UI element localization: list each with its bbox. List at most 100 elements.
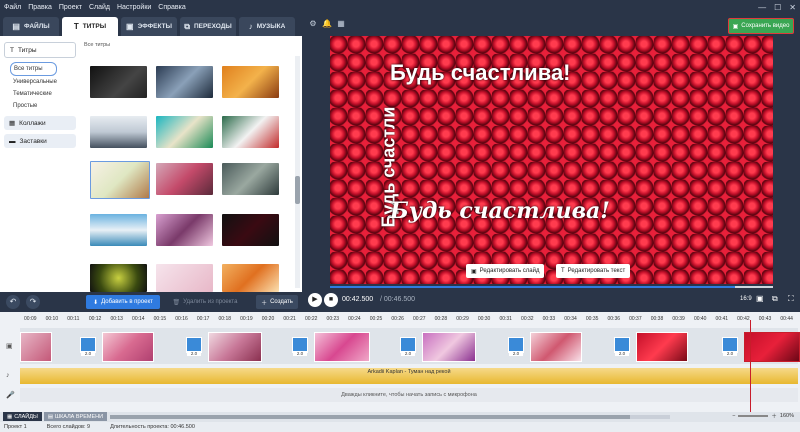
create-label: Создать bbox=[270, 299, 293, 305]
category-titles[interactable]: T Титры bbox=[4, 42, 76, 58]
ruler-tick: 00:26 bbox=[391, 316, 404, 322]
scrollbar-thumb[interactable] bbox=[295, 176, 300, 204]
menu-edit[interactable]: Правка bbox=[28, 4, 52, 11]
menu-settings[interactable]: Настройки bbox=[117, 4, 151, 11]
time-ruler[interactable]: 00:09 00:10 00:11 00:12 00:13 00:14 00:15 00:16… bbox=[20, 314, 798, 324]
delete-from-project-button[interactable]: 🗑 Удалить из проекта bbox=[164, 295, 246, 309]
titles-panel: T Титры Все титры Универсальные Тематичес… bbox=[0, 36, 302, 292]
grid-scrollbar[interactable] bbox=[295, 56, 300, 288]
close-icon[interactable]: ✕ bbox=[789, 3, 796, 12]
bell-icon[interactable]: 🔔 bbox=[322, 19, 332, 29]
timeline-mode-button[interactable]: ▤ ШКАЛА ВРЕМЕНИ bbox=[43, 412, 108, 421]
menu-help[interactable]: Справка bbox=[158, 4, 185, 11]
tab-transitions[interactable]: ⧉ ПЕРЕХОДЫ bbox=[180, 17, 236, 36]
ruler-tick: 00:37 bbox=[629, 316, 642, 322]
title-thumbnail[interactable] bbox=[90, 116, 147, 148]
microphone-track[interactable]: Дважды кликните, чтобы начать запись с м… bbox=[20, 388, 798, 402]
add-to-project-button[interactable]: ⬇ Добавить в проект bbox=[86, 295, 160, 309]
snapshot-icon[interactable]: ⧉ bbox=[772, 294, 778, 304]
subcat-universal[interactable]: Универсальные bbox=[4, 76, 76, 88]
slides-mode-button[interactable]: ▦ СЛАЙДЫ bbox=[3, 412, 42, 421]
timeline-scrollbar[interactable] bbox=[110, 415, 670, 419]
menu-slide[interactable]: Слайд bbox=[89, 4, 110, 11]
slide-clip[interactable] bbox=[422, 332, 476, 362]
zoom-level: 160% bbox=[779, 413, 794, 419]
slide-clip[interactable] bbox=[530, 332, 582, 362]
title-thumbnail-selected[interactable] bbox=[90, 161, 150, 199]
create-button[interactable]: ＋ Создать bbox=[256, 295, 298, 309]
zoom-in-icon[interactable]: ＋ bbox=[771, 412, 777, 420]
category-intros[interactable]: ▬ Заставки bbox=[4, 134, 76, 148]
title-thumbnail[interactable] bbox=[156, 163, 213, 195]
maximize-icon[interactable]: ☐ bbox=[774, 3, 781, 12]
tab-label: ФАЙЛЫ bbox=[23, 23, 50, 30]
stop-button[interactable]: ■ bbox=[324, 293, 338, 307]
play-button[interactable]: ▶ bbox=[308, 293, 322, 307]
title-thumbnail[interactable] bbox=[90, 66, 147, 98]
subcat-simple[interactable]: Простые bbox=[4, 100, 76, 112]
tab-files[interactable]: ▤ ФАЙЛЫ bbox=[3, 17, 59, 36]
subcat-thematic[interactable]: Тематические bbox=[4, 88, 76, 100]
gear-icon[interactable]: ⚙ bbox=[308, 19, 318, 29]
slide-clip[interactable] bbox=[636, 332, 688, 362]
audio-clip-label: Arkadii Kaplan - Туман над рекой bbox=[367, 369, 451, 375]
ruler-tick: 00:20 bbox=[261, 316, 275, 322]
undo-button[interactable]: ↶ bbox=[6, 295, 20, 309]
title-thumbnail[interactable] bbox=[156, 264, 213, 292]
vertical-title[interactable]: Будь счастли bbox=[364, 36, 399, 228]
redo-button[interactable]: ↷ bbox=[26, 295, 40, 309]
preview-canvas[interactable]: Будь счастли Будь счастлива! Будь счастл… bbox=[330, 36, 773, 284]
title-thumbnail[interactable] bbox=[90, 264, 147, 292]
title-thumbnail[interactable] bbox=[156, 66, 213, 98]
transition-clip[interactable]: 2.0 bbox=[614, 337, 630, 356]
save-video-button[interactable]: ▣ Сохранить видео bbox=[728, 18, 794, 34]
title-thumbnail[interactable] bbox=[222, 214, 279, 246]
scrollbar-thumb[interactable] bbox=[110, 415, 630, 419]
zoom-out-icon[interactable]: − bbox=[732, 413, 735, 419]
audio-track[interactable]: Arkadii Kaplan - Туман над рекой bbox=[20, 368, 798, 384]
title-thumbnail[interactable] bbox=[222, 163, 279, 195]
transition-clip[interactable]: 2.0 bbox=[186, 337, 202, 356]
ruler-tick: 00:11 bbox=[67, 316, 80, 322]
trash-icon: 🗑 bbox=[172, 299, 181, 306]
minimize-icon[interactable]: — bbox=[758, 3, 766, 12]
slide-clip[interactable] bbox=[102, 332, 154, 362]
transition-clip[interactable]: 2.0 bbox=[722, 337, 738, 356]
subcat-all-titles[interactable]: Все титры bbox=[10, 62, 57, 76]
zoom-slider[interactable] bbox=[738, 415, 769, 417]
transition-clip[interactable]: 2.0 bbox=[400, 337, 416, 356]
tab-titles[interactable]: T ТИТРЫ bbox=[62, 17, 118, 36]
transition-clip[interactable]: 2.0 bbox=[508, 337, 524, 356]
category-label: Коллажи bbox=[19, 119, 46, 127]
transition-clip[interactable]: 2.0 bbox=[292, 337, 308, 356]
edit-slide-button[interactable]: ▣ Редактировать слайд bbox=[466, 264, 545, 278]
slide-clip-selected[interactable] bbox=[744, 332, 800, 362]
tab-effects[interactable]: ▣ ЭФФЕКТЫ bbox=[121, 17, 177, 36]
edit-text-button[interactable]: T Редактировать текст bbox=[556, 264, 631, 278]
transition-clip[interactable]: 2.0 bbox=[80, 337, 96, 356]
title-thumbnail[interactable] bbox=[222, 116, 279, 148]
slide-clip[interactable] bbox=[208, 332, 262, 362]
slide-clip[interactable] bbox=[314, 332, 370, 362]
script-title-text[interactable]: Будь счастлива! bbox=[390, 198, 610, 224]
current-time: 00:42.500 bbox=[342, 296, 374, 303]
title-thumbnail[interactable] bbox=[90, 214, 147, 246]
slide-clip[interactable] bbox=[20, 332, 52, 362]
title-text[interactable]: Будь счастлива! bbox=[390, 60, 571, 86]
tab-music[interactable]: ♪ МУЗЫКА bbox=[239, 17, 295, 36]
category-collages[interactable]: ▦ Коллажи bbox=[4, 116, 76, 130]
aspect-ratio[interactable]: 16:9 bbox=[740, 296, 752, 302]
title-thumbnail[interactable] bbox=[156, 214, 213, 246]
fit-icon[interactable]: ▣ bbox=[756, 294, 764, 303]
title-thumbnail[interactable] bbox=[222, 264, 279, 292]
ruler-tick: 00:19 bbox=[240, 316, 253, 322]
playhead[interactable] bbox=[750, 320, 751, 412]
collage-icon: ▦ bbox=[9, 120, 16, 127]
title-thumbnail[interactable] bbox=[156, 116, 213, 148]
menu-project[interactable]: Проект bbox=[59, 4, 82, 11]
menu-file[interactable]: Файл bbox=[4, 4, 21, 11]
title-thumbnail[interactable] bbox=[222, 66, 279, 98]
edit-slide-label: Редактировать слайд bbox=[479, 268, 540, 274]
media-icon[interactable]: ▦ bbox=[336, 19, 346, 29]
fullscreen-icon[interactable]: ⛶ bbox=[788, 294, 794, 304]
